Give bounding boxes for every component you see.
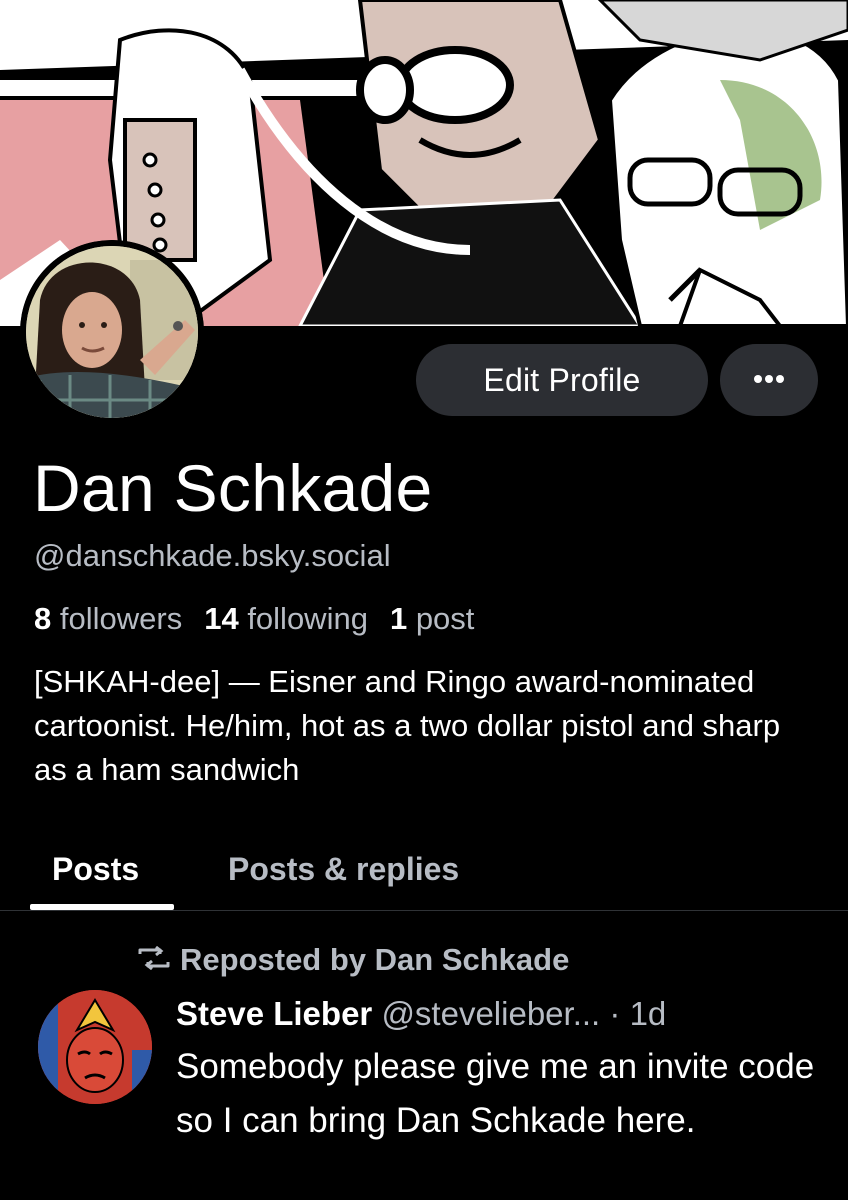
posts-count: 1	[389, 601, 408, 636]
repost-label: Reposted by Dan Schkade	[180, 942, 570, 977]
post-header: Steve Lieber @stevelieber... · 1d	[176, 992, 666, 1036]
posts-label: post	[415, 601, 475, 636]
profile-tabs: Posts Posts & replies	[0, 830, 848, 912]
more-options-button[interactable]	[720, 344, 818, 416]
repost-icon	[136, 940, 172, 980]
posts-count-group: 1 post	[390, 601, 474, 636]
post-text[interactable]: Somebody please give me an invite code s…	[176, 1040, 816, 1148]
repost-indicator[interactable]: Reposted by Dan Schkade	[136, 940, 569, 980]
followers-link[interactable]: 8 followers	[34, 601, 182, 636]
followers-label: followers	[59, 601, 183, 636]
post-author-avatar[interactable]	[38, 990, 152, 1104]
post-timestamp[interactable]: 1d	[630, 995, 667, 1032]
profile-bio: [SHKAH-dee] — Eisner and Ringo award-nom…	[34, 664, 781, 787]
tab-posts[interactable]: Posts	[52, 830, 139, 908]
ellipsis-icon	[753, 371, 785, 389]
followers-count: 8	[34, 601, 52, 636]
following-label: following	[247, 601, 368, 636]
following-link[interactable]: 14 following	[204, 601, 368, 636]
profile-avatar[interactable]	[20, 240, 204, 424]
profile-handle: @danschkade.bsky.social	[34, 538, 391, 573]
post-separator: ·	[609, 995, 621, 1032]
edit-profile-button[interactable]: Edit Profile	[416, 344, 708, 416]
post-author-name[interactable]: Steve Lieber	[176, 995, 372, 1032]
profile-display-name: Dan Schkade	[33, 451, 433, 525]
tab-posts-and-replies[interactable]: Posts & replies	[228, 830, 459, 908]
profile-stats: 8 followers 14 following 1 post	[34, 598, 474, 640]
tabs-divider	[0, 910, 848, 911]
edit-profile-label: Edit Profile	[483, 361, 641, 398]
following-count: 14	[204, 601, 239, 636]
post-author-handle[interactable]: @stevelieber...	[381, 995, 600, 1032]
